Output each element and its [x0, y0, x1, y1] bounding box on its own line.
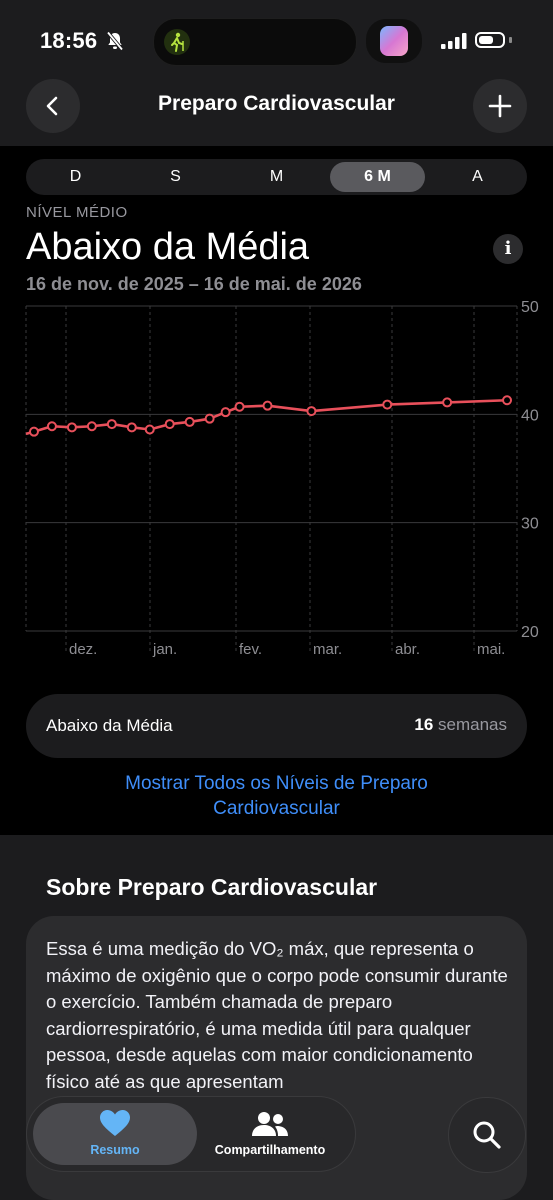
range-month[interactable]: M: [229, 159, 324, 195]
data-point: [204, 413, 215, 424]
data-point: [262, 400, 273, 411]
y-tick-label: 50: [521, 299, 539, 316]
summary-duration: 16 semanas: [414, 715, 507, 735]
range-day[interactable]: D: [28, 159, 123, 195]
hiking-activity-icon: [164, 29, 190, 55]
range-six-months[interactable]: 6 M: [330, 159, 425, 195]
data-point: [442, 397, 453, 408]
search-button[interactable]: [448, 1097, 526, 1173]
level-value: Abaixo da Média: [26, 226, 310, 268]
y-tick-label: 20: [521, 624, 539, 641]
tab-summary-label: Resumo: [90, 1143, 140, 1157]
battery-icon: [475, 32, 505, 48]
data-point: [28, 426, 39, 437]
range-week[interactable]: S: [128, 159, 223, 195]
tab-bar: Resumo Compartilhamento: [26, 1096, 356, 1172]
summary-row[interactable]: Abaixo da Média 16 semanas: [26, 694, 527, 758]
data-point: [184, 416, 195, 427]
data-point: [66, 422, 77, 433]
page-title: Preparo Cardiovascular: [158, 92, 395, 115]
data-point: [234, 401, 245, 412]
x-tick-label: mar.: [313, 641, 342, 658]
tab-sharing[interactable]: Compartilhamento: [197, 1103, 343, 1165]
tab-sharing-label: Compartilhamento: [214, 1143, 326, 1157]
about-text: Essa é uma medição do VO₂ máx, que repre…: [46, 938, 508, 1092]
bell-slash-icon: [106, 31, 124, 56]
y-tick-label: 40: [521, 407, 539, 424]
app-thumbnail-image: [380, 26, 408, 56]
about-title: Sobre Preparo Cardiovascular: [46, 874, 378, 900]
data-point: [220, 407, 231, 418]
x-tick-label: jan.: [152, 641, 177, 658]
cellular-signal-icon: [441, 33, 467, 54]
data-point: [86, 421, 97, 432]
date-range: 16 de nov. de 2025 – 16 de mai. de 2026: [26, 274, 362, 294]
summary-unit: semanas: [438, 715, 507, 734]
battery-level: [479, 36, 493, 44]
cardio-fitness-chart[interactable]: 50 40 30 20 dez. jan. fev. mar. abr. mai.: [0, 296, 553, 666]
time-range-selector: D S M 6 M A: [26, 159, 527, 195]
show-all-levels-link[interactable]: Mostrar Todos os Níveis de Preparo Cardi…: [60, 771, 493, 821]
data-point: [502, 395, 513, 406]
data-point: [126, 422, 137, 433]
data-point: [164, 419, 175, 430]
plus-icon: [488, 94, 512, 118]
dynamic-island[interactable]: [153, 18, 357, 66]
data-point: [144, 424, 155, 435]
battery-cap: [509, 37, 512, 43]
x-tick-label: dez.: [69, 641, 97, 658]
data-point: [46, 421, 57, 432]
info-button[interactable]: i: [493, 234, 523, 264]
add-button[interactable]: [473, 79, 527, 133]
summary-label: Abaixo da Média: [46, 716, 173, 735]
status-time: 18:56: [40, 28, 98, 53]
x-tick-label: fev.: [239, 641, 262, 658]
data-point: [382, 399, 393, 410]
data-point: [306, 406, 317, 417]
x-tick-label: abr.: [395, 641, 420, 658]
summary-count: 16: [414, 715, 434, 734]
app-thumbnail[interactable]: [366, 19, 422, 63]
data-point: [106, 419, 117, 430]
heart-icon: [100, 1110, 130, 1136]
tab-summary[interactable]: Resumo: [33, 1103, 197, 1165]
level-caption: NÍVEL MÉDIO: [26, 204, 128, 221]
y-tick-label: 30: [521, 516, 539, 533]
search-icon: [473, 1121, 501, 1149]
x-tick-label: mai.: [477, 641, 505, 658]
range-year[interactable]: A: [430, 159, 525, 195]
people-icon: [252, 1112, 288, 1136]
